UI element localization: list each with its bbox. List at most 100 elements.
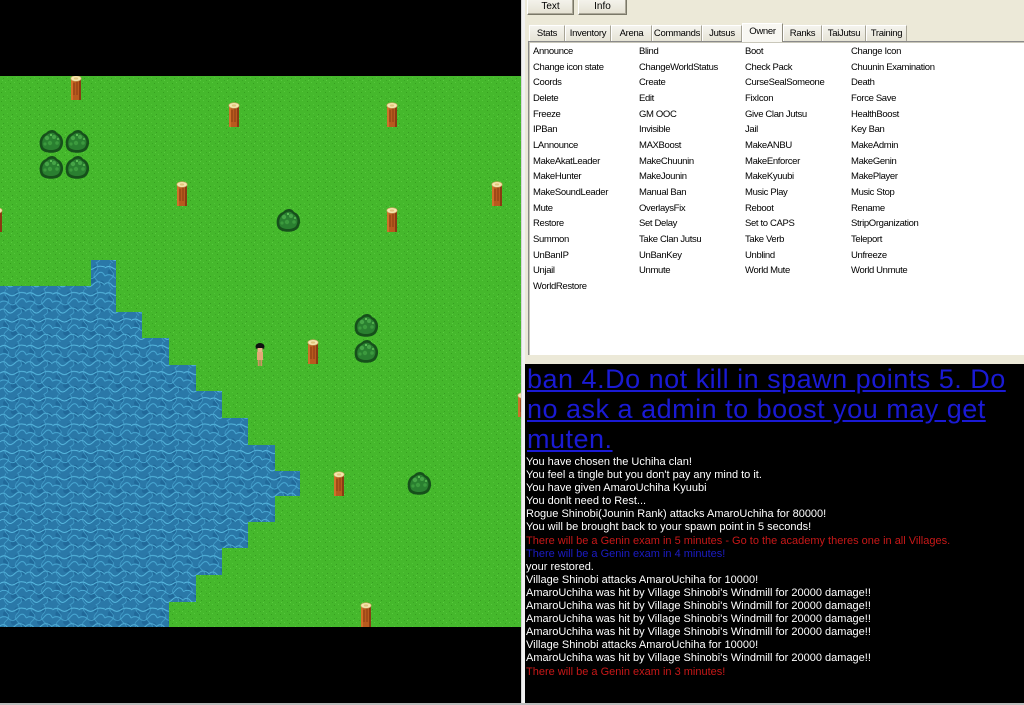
command-item[interactable]: Music Play (745, 185, 851, 201)
command-item[interactable]: MAXBoost (639, 138, 745, 154)
command-item[interactable]: StripOrganization (851, 216, 957, 232)
command-item[interactable]: Delete (533, 91, 639, 107)
chat-message: Village Shinobi attacks AmaroUchiha for … (526, 573, 759, 586)
command-item[interactable]: Edit (639, 91, 745, 107)
command-item[interactable]: IPBan (533, 122, 639, 138)
command-item[interactable]: MakeChuunin (639, 154, 745, 170)
chat-message: your restored. (526, 560, 594, 573)
command-item[interactable]: MakeEnforcer (745, 154, 851, 170)
command-item[interactable]: MakeANBU (745, 138, 851, 154)
command-item[interactable]: World Mute (745, 263, 851, 279)
command-item[interactable]: Change icon state (533, 60, 639, 76)
command-item[interactable]: Unmute (639, 263, 745, 279)
announcement-link[interactable]: ban 4.Do not kill in spawn points 5. Do n… (527, 364, 1024, 454)
tree-stump (386, 207, 398, 233)
tree-stump (228, 102, 240, 128)
command-item[interactable]: Mute (533, 201, 639, 217)
command-list[interactable]: Announce Blind Boot Change Icon Change icon … (528, 41, 1024, 355)
command-item[interactable]: Set Delay (639, 216, 745, 232)
command-item[interactable]: Invisible (639, 122, 745, 138)
chat-message: AmaroUchiha was hit by Village Shinobi's… (526, 586, 871, 599)
command-item[interactable]: CurseSealSomeone (745, 75, 851, 91)
command-item[interactable]: Force Save (851, 91, 957, 107)
command-item[interactable]: MakeSoundLeader (533, 185, 639, 201)
tab-ranks[interactable]: Ranks (783, 25, 822, 42)
chat-messages: You have chosen the Uchiha clan! You feel… (526, 456, 1024, 679)
command-item[interactable]: ChangeWorldStatus (639, 60, 745, 76)
command-item[interactable]: Jail (745, 122, 851, 138)
command-item[interactable]: Take Clan Jutsu (639, 232, 745, 248)
tab-training[interactable]: Training (866, 25, 907, 42)
command-item[interactable]: LAnnounce (533, 138, 639, 154)
command-item[interactable]: MakeAkatLeader (533, 154, 639, 170)
command-item[interactable]: Unjail (533, 263, 639, 279)
command-item[interactable]: UnBanIP (533, 248, 639, 264)
command-item[interactable]: Key Ban (851, 122, 957, 138)
tab-arena[interactable]: Arena (611, 25, 652, 42)
command-item[interactable]: MakePlayer (851, 169, 957, 185)
announcement-line[interactable]: ban 4.Do not kill in spawn points 5. Do (527, 364, 1024, 394)
tab-stats[interactable]: Stats (529, 25, 565, 42)
command-item[interactable]: WorldRestore (533, 279, 639, 295)
command-item[interactable]: Unblind (745, 248, 851, 264)
tab-commands[interactable]: Commands (652, 25, 702, 42)
command-item[interactable]: HealthBoost (851, 107, 957, 123)
info-button[interactable]: Info (578, 0, 627, 15)
map-viewport[interactable] (0, 0, 521, 705)
command-item[interactable]: MakeKyuubi (745, 169, 851, 185)
command-item[interactable]: MakeGenin (851, 154, 957, 170)
command-item[interactable]: Announce (533, 44, 639, 60)
tree-stump (333, 471, 345, 497)
command-item[interactable]: Teleport (851, 232, 957, 248)
command-item[interactable]: Set to CAPS (745, 216, 851, 232)
tab-inventory[interactable]: Inventory (565, 25, 611, 42)
chat-message: AmaroUchiha was hit by Village Shinobi's… (526, 652, 871, 665)
announcement-line[interactable]: no ask a admin to boost you may get (527, 394, 1024, 424)
chat-message: You will be brought back to your spawn p… (526, 521, 812, 534)
chat-message: There will be a Genin exam in 4 minutes! (526, 547, 726, 560)
map-canvas[interactable] (0, 0, 521, 705)
command-item[interactable]: MakeHunter (533, 169, 639, 185)
command-item[interactable]: Reboot (745, 201, 851, 217)
command-item[interactable]: Restore (533, 216, 639, 232)
tree-stump (386, 102, 398, 128)
text-button[interactable]: Text (527, 0, 574, 15)
tab-jutsus[interactable]: Jutsus (702, 25, 742, 42)
tree-stump (70, 76, 82, 101)
command-item[interactable]: MakeJounin (639, 169, 745, 185)
command-item[interactable]: Change Icon (851, 44, 957, 60)
command-item[interactable]: Death (851, 75, 957, 91)
command-item[interactable]: Freeze (533, 107, 639, 123)
tree-stump (491, 181, 503, 207)
command-item[interactable]: World Unmute (851, 263, 957, 279)
command-item[interactable]: Give Clan Jutsu (745, 107, 851, 123)
command-item[interactable]: Rename (851, 201, 957, 217)
command-item[interactable]: OverlaysFix (639, 201, 745, 217)
command-item[interactable]: Coords (533, 75, 639, 91)
tab-owner[interactable]: Owner (742, 23, 783, 42)
command-item[interactable]: MakeAdmin (851, 138, 957, 154)
command-item[interactable]: Manual Ban (639, 185, 745, 201)
announcement-line[interactable]: muten. (527, 424, 1024, 454)
command-item[interactable]: Take Verb (745, 232, 851, 248)
command-item[interactable]: Unfreeze (851, 248, 957, 264)
tree-stump (0, 207, 3, 233)
command-item[interactable]: GM OOC (639, 107, 745, 123)
chat-message: There will be a Genin exam in 3 minutes! (526, 665, 726, 678)
command-item[interactable]: Blind (639, 44, 745, 60)
tab-taijutsu[interactable]: TaiJutsu (822, 25, 866, 42)
tree-stump (360, 602, 372, 627)
command-item[interactable]: UnBanKey (639, 248, 745, 264)
chat-message: AmaroUchiha was hit by Village Shinobi's… (526, 626, 871, 639)
command-item[interactable]: Check Pack (745, 60, 851, 76)
chat-message: AmaroUchiha was hit by Village Shinobi's… (526, 600, 871, 613)
command-item[interactable]: Create (639, 75, 745, 91)
chat-output[interactable]: ban 4.Do not kill in spawn points 5. Do n… (525, 364, 1024, 703)
tree-stump (176, 181, 188, 207)
command-item[interactable]: FixIcon (745, 91, 851, 107)
command-item[interactable]: Summon (533, 232, 639, 248)
command-item[interactable]: Chuunin Examination (851, 60, 957, 76)
stat-panel-tabs: Stats Inventory Arena Commands Jutsus Ow… (529, 23, 907, 42)
command-item[interactable]: Boot (745, 44, 851, 60)
command-item[interactable]: Music Stop (851, 185, 957, 201)
